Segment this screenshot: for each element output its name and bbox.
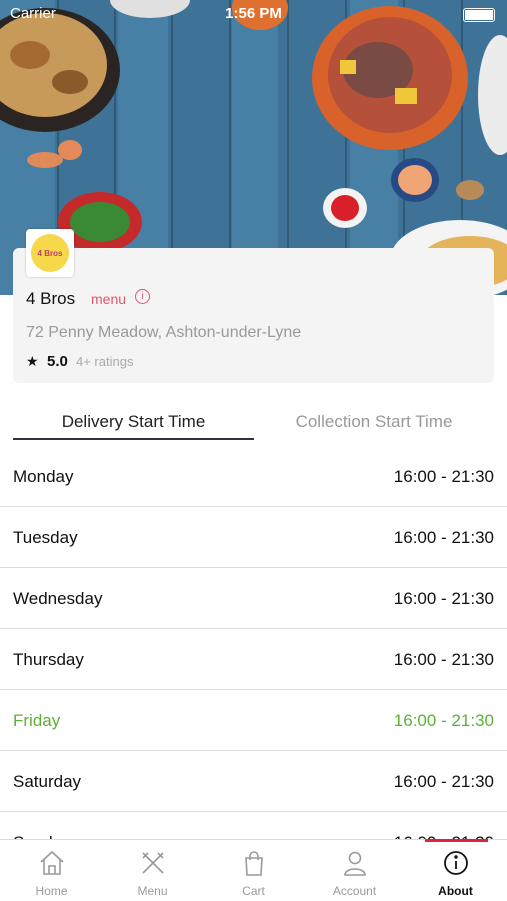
tab-cart[interactable]: Cart [203,840,304,901]
day-label: Monday [13,467,74,486]
day-label: Thursday [13,650,84,669]
bottom-tab-bar: Home Menu Cart Account About [0,839,507,901]
hours-value: 16:00 - 21:30 [393,772,494,791]
clock: 1:56 PM [225,5,282,22]
tab-home[interactable]: Home [1,840,102,901]
tab-label: Home [35,884,68,898]
tab-collection-start-time[interactable]: Collection Start Time [254,412,494,432]
fork-knife-icon [142,852,164,874]
list-item-today: Friday 16:00 - 21:30 [0,690,507,751]
list-item: Monday 16:00 - 21:30 [0,446,507,507]
tab-delivery-start-time[interactable]: Delivery Start Time [13,412,254,432]
restaurant-name: 4 Bros [26,289,76,308]
hours-value: 16:00 - 21:30 [393,650,494,669]
battery-icon [463,8,495,22]
ratings-count: 4+ ratings [76,354,134,369]
day-label: Wednesday [13,589,103,608]
tab-account[interactable]: Account [304,840,405,901]
info-icon[interactable]: i [135,289,150,304]
active-tab-indicator [13,438,254,440]
hours-value: 16:00 - 21:30 [393,711,494,730]
status-bar: Carrier 1:56 PM [0,0,507,28]
list-item: Tuesday 16:00 - 21:30 [0,507,507,568]
hours-value: 16:00 - 21:30 [393,528,494,547]
list-item: Thursday 16:00 - 21:30 [0,629,507,690]
day-label: Friday [13,711,61,730]
list-item: Wednesday 16:00 - 21:30 [0,568,507,629]
hours-value: 16:00 - 21:30 [393,589,494,608]
tab-label: Account [332,884,377,898]
tab-about[interactable]: About [405,840,506,901]
hours-value: 16:00 - 21:30 [393,467,494,486]
logo-text: 4 Bros [37,249,63,258]
home-icon [40,850,64,875]
tab-label: About [438,884,473,898]
active-tab-marker [425,839,488,842]
info-circle-icon [444,851,468,875]
tab-label: Cart [242,884,265,898]
user-icon [344,851,366,876]
tab-menu[interactable]: Menu [102,840,203,901]
day-label: Saturday [13,772,82,791]
menu-link[interactable]: menu [91,291,126,307]
shopping-bag-icon [245,851,263,876]
list-item: Saturday 16:00 - 21:30 [0,751,507,812]
tab-label: Menu [137,884,168,898]
restaurant-logo: 4 Bros [26,229,74,277]
star-icon: ★ [26,353,39,369]
opening-hours-list: Monday 16:00 - 21:30 Tuesday 16:00 - 21:… [0,446,507,873]
day-label: Tuesday [13,528,78,547]
restaurant-address: 72 Penny Meadow, Ashton-under-Lyne [26,324,302,341]
rating-value: 5.0 [47,353,68,370]
